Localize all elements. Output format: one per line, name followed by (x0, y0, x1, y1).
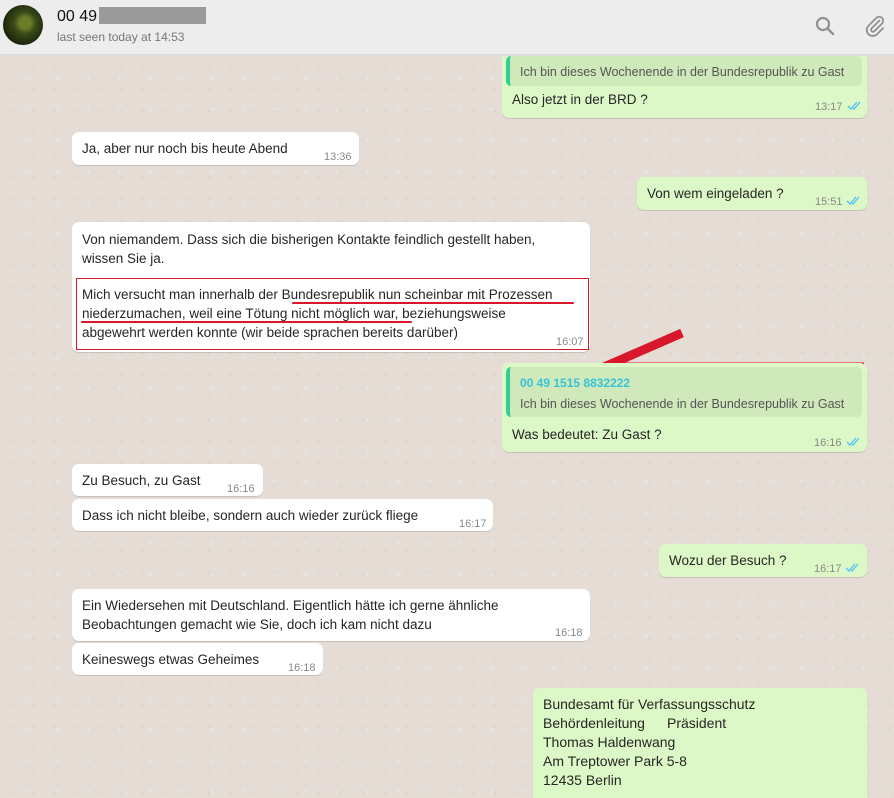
message-text: Was bedeutet: Zu Gast ? (512, 427, 662, 442)
message-outgoing[interactable]: Bundesamt für Verfassungsschutz Behörden… (533, 688, 867, 798)
chat-header: 00 49 last seen today at 14:53 (0, 0, 894, 55)
message-text: Keineswegs etwas Geheimes (82, 652, 260, 667)
read-ticks-icon (847, 100, 863, 111)
quoted-sender: 00 49 1515 8832222 (520, 376, 631, 390)
message-text: Dass ich nicht bleibe, sondern auch wied… (82, 508, 419, 523)
read-ticks-icon (846, 436, 862, 447)
contact-name[interactable]: 00 49 (57, 8, 97, 26)
message-time: 13:36 (324, 151, 352, 163)
message-line: Von niemandem. Dass sich die bisherigen … (82, 232, 536, 247)
message-time: 16:17 (814, 563, 842, 575)
message-line: Behördenleitung (543, 715, 645, 731)
highlight-box (76, 278, 589, 350)
last-seen-status: last seen today at 14:53 (57, 30, 185, 44)
highlight-underline (81, 321, 412, 323)
message-time: 15:51 (815, 196, 843, 208)
message-incoming[interactable]: Dass ich nicht bleibe, sondern auch wied… (72, 499, 493, 531)
message-time: 16:18 (555, 627, 583, 639)
quoted-text: Ich bin dieses Wochenende in der Bundesr… (520, 65, 845, 79)
message-time: 16:17 (459, 518, 487, 530)
search-icon[interactable] (813, 14, 837, 38)
message-incoming[interactable]: Ja, aber nur noch bis heute Abend 13:36 (72, 132, 359, 165)
message-time: 16:16 (814, 437, 842, 449)
message-time: 16:16 (227, 483, 255, 495)
message-outgoing[interactable]: Ich bin dieses Wochenende in der Bundesr… (502, 56, 867, 118)
message-text: Wozu der Besuch ? (669, 553, 787, 568)
message-outgoing[interactable]: 00 49 1515 8832222 Ich bin dieses Wochen… (502, 363, 867, 452)
message-text: Ja, aber nur noch bis heute Abend (82, 141, 288, 156)
message-incoming[interactable]: Keineswegs etwas Geheimes 16:18 (72, 643, 323, 675)
message-line: Beobachtungen gemacht wie Sie, doch ich … (82, 617, 432, 632)
message-line: 12435 Berlin (543, 772, 622, 788)
message-outgoing[interactable]: Wozu der Besuch ? 16:17 (659, 544, 867, 577)
message-text: Zu Besuch, zu Gast (82, 473, 201, 488)
message-line: Präsident (667, 715, 727, 731)
message-line: Bundesamt für Verfassungsschutz (543, 696, 756, 712)
message-incoming[interactable]: Ein Wiedersehen mit Deutschland. Eigentl… (72, 589, 590, 641)
read-ticks-icon (846, 195, 862, 206)
message-line: wissen Sie ja. (82, 251, 165, 266)
message-time: 16:18 (288, 662, 316, 674)
avatar[interactable] (3, 5, 43, 45)
quoted-message[interactable]: 00 49 1515 8832222 Ich bin dieses Wochen… (506, 367, 862, 417)
redacted-number (99, 7, 206, 24)
paperclip-icon[interactable] (863, 14, 887, 38)
message-text: Also jetzt in der BRD ? (512, 92, 648, 107)
quoted-text: Ich bin dieses Wochenende in der Bundesr… (520, 397, 845, 411)
read-ticks-icon (845, 562, 861, 573)
quoted-message[interactable]: Ich bin dieses Wochenende in der Bundesr… (506, 56, 862, 86)
highlight-underline (292, 302, 574, 304)
message-incoming[interactable]: Zu Besuch, zu Gast 16:16 (72, 464, 263, 496)
message-incoming[interactable]: Von niemandem. Dass sich die bisherigen … (72, 222, 590, 352)
message-text: Von wem eingeladen ? (647, 186, 784, 201)
chat-area[interactable]: Ich bin dieses Wochenende in der Bundesr… (0, 56, 894, 798)
message-line: Am Treptower Park 5-8 (543, 753, 687, 769)
message-line: Thomas Haldenwang (543, 734, 676, 750)
message-time: 13:17 (815, 101, 843, 113)
message-line: Ein Wiedersehen mit Deutschland. Eigentl… (82, 598, 499, 613)
message-outgoing[interactable]: Von wem eingeladen ? 15:51 (637, 177, 867, 210)
